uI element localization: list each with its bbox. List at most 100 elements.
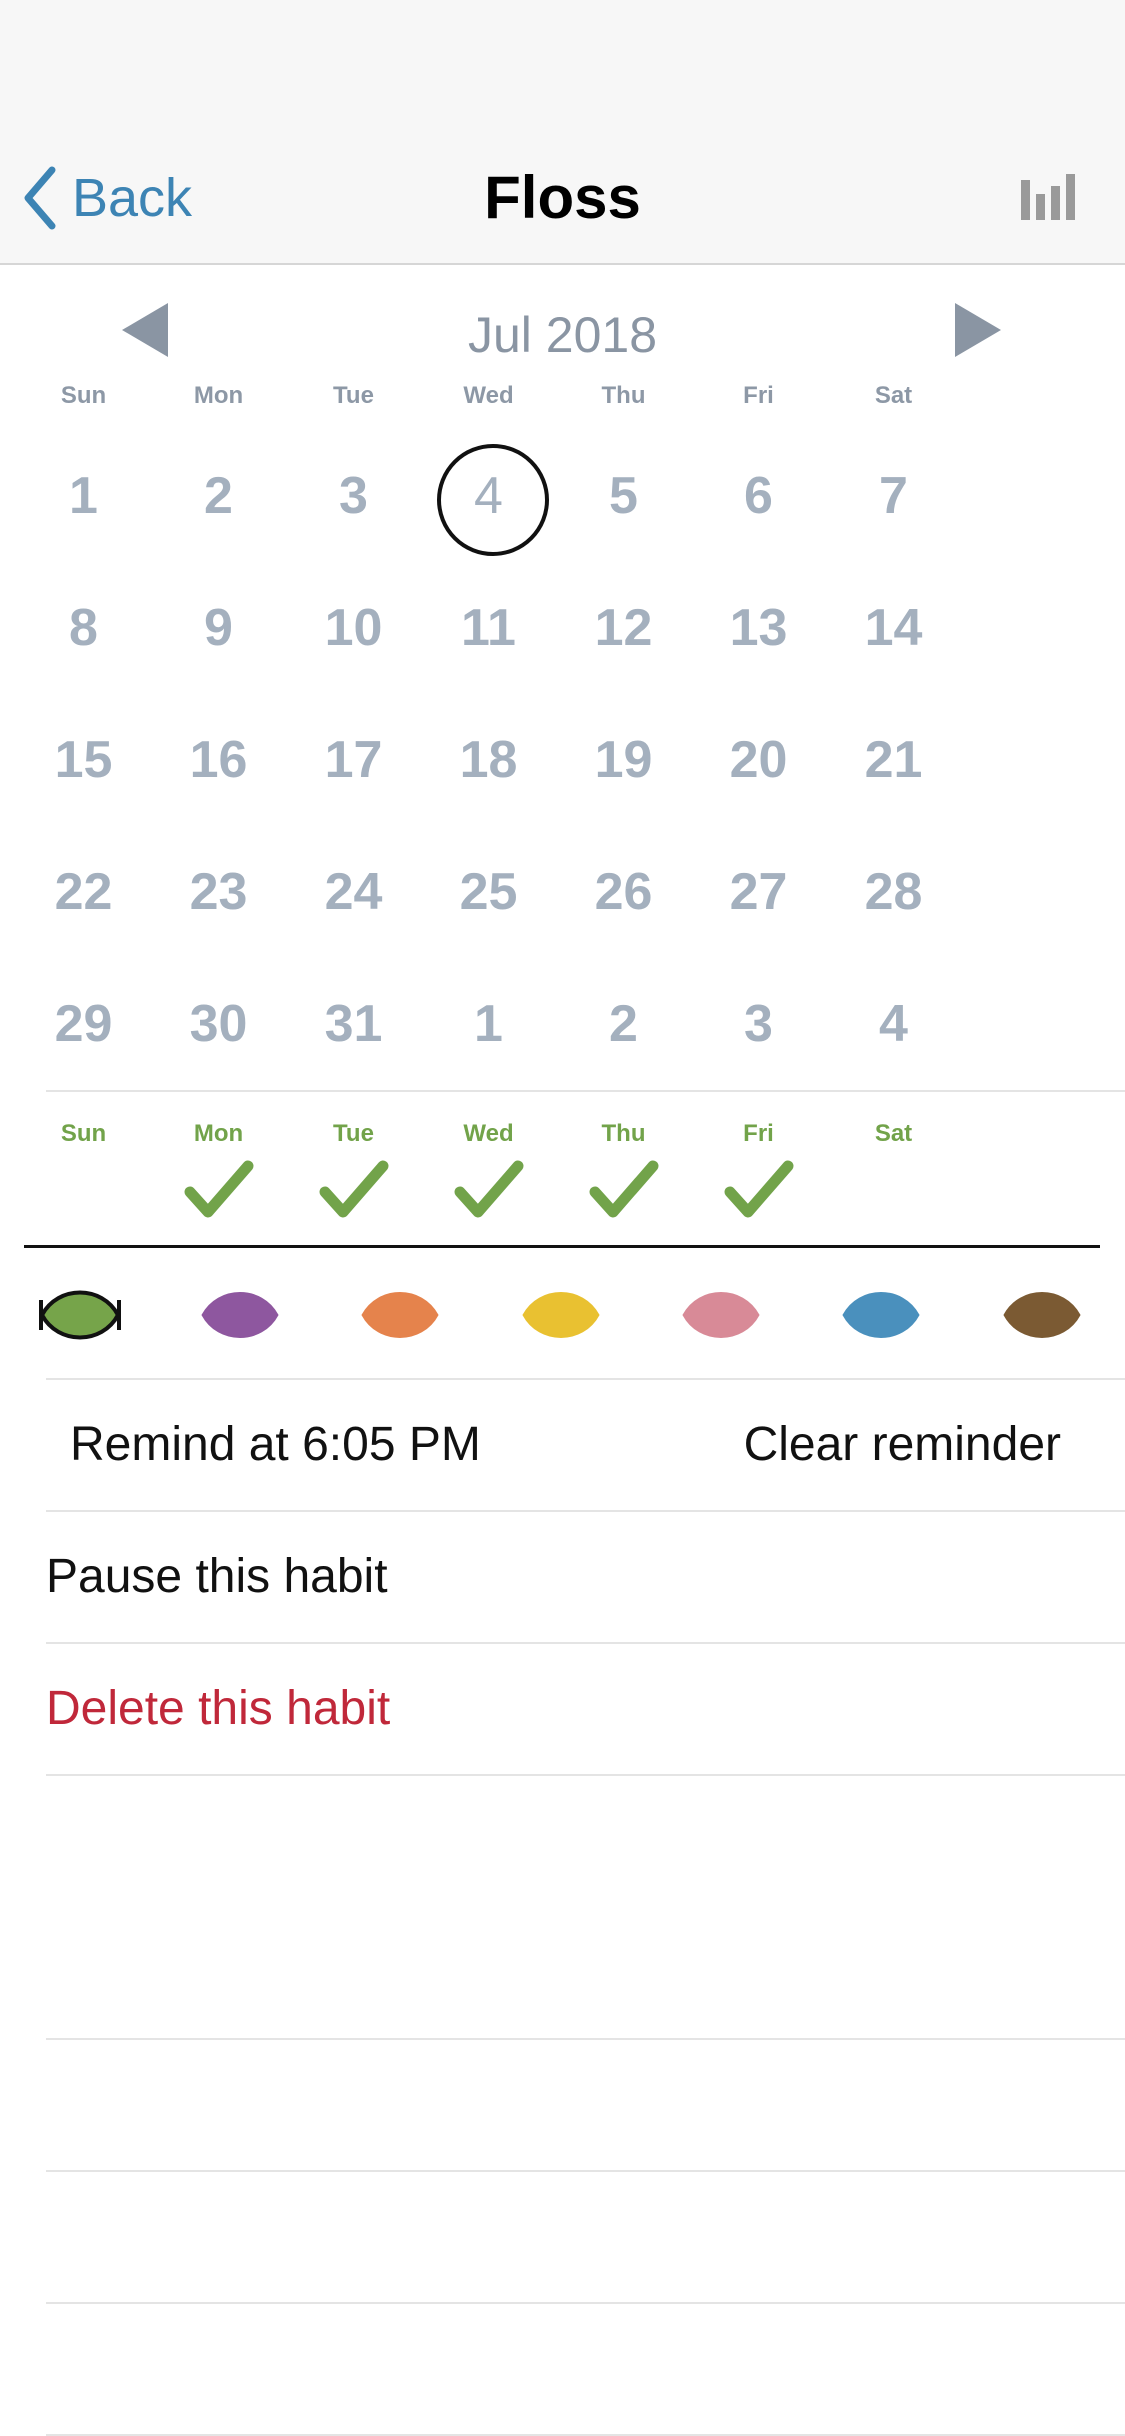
color-swatch[interactable]	[1000, 1280, 1084, 1350]
schedule-day-toggle[interactable]	[421, 1158, 556, 1228]
calendar-day[interactable]: 23	[151, 826, 286, 958]
calendar-day-number: 13	[729, 599, 788, 657]
schedule-weekdays: Sun Mon Tue Wed Thu Fri Sat	[16, 1120, 1106, 1160]
calendar-day-number: 20	[729, 731, 788, 789]
calendar-day-number: 15	[54, 731, 113, 789]
calendar-day-number: 17	[324, 731, 383, 789]
calendar-day[interactable]: 26	[556, 826, 691, 958]
calendar-day[interactable]: 21	[826, 694, 961, 826]
calendar-day[interactable]: 15	[16, 694, 151, 826]
color-swatch[interactable]	[839, 1280, 923, 1350]
calendar-day-number: 24	[324, 863, 383, 921]
calendar-day-number: 10	[324, 599, 383, 657]
calendar-day-number: 22	[54, 863, 113, 921]
color-picker	[0, 1280, 1125, 1350]
leaf-swatch-icon	[201, 1292, 279, 1338]
calendar-day[interactable]: 13	[691, 562, 826, 694]
pause-habit-button[interactable]: Pause this habit	[46, 1512, 388, 1642]
calendar-day[interactable]: 30	[151, 958, 286, 1090]
schedule-day-toggle[interactable]	[151, 1158, 286, 1228]
checkmark-icon	[724, 1160, 793, 1218]
calendar-day-number: 12	[594, 599, 653, 657]
calendar-day[interactable]: 19	[556, 694, 691, 826]
calendar-day[interactable]: 27	[691, 826, 826, 958]
remind-at-button[interactable]: Remind at 6:05 PM	[70, 1380, 481, 1510]
calendar-day[interactable]: 22	[16, 826, 151, 958]
weekday-label: Wed	[463, 382, 514, 409]
schedule-day-toggle[interactable]	[691, 1158, 826, 1228]
calendar-day[interactable]: 14	[826, 562, 961, 694]
weekday-label: Fri	[743, 382, 774, 409]
calendar-day[interactable]: 12	[556, 562, 691, 694]
color-swatch[interactable]	[519, 1280, 603, 1350]
color-swatch[interactable]	[198, 1280, 282, 1350]
calendar-day-number: 5	[609, 467, 638, 525]
calendar-day[interactable]: 20	[691, 694, 826, 826]
schedule-day-toggle[interactable]	[826, 1158, 961, 1228]
calendar-day-number: 21	[864, 731, 923, 789]
leaf-swatch-icon	[361, 1292, 439, 1338]
back-label: Back	[72, 168, 193, 228]
calendar-day[interactable]: 3	[691, 958, 826, 1090]
calendar-day[interactable]: 2	[151, 430, 286, 562]
back-button[interactable]: Back	[22, 158, 192, 238]
calendar-day-number: 4	[879, 995, 908, 1053]
reminder-row: Remind at 6:05 PM Clear reminder	[0, 1380, 1125, 1510]
calendar-grid: 1 2 3 4 5 6 7 8 9 10 11 12 13 14 15 16 17 18 19 20 21 22 23 24 2…	[16, 430, 1106, 1090]
calendar-day-number: 16	[189, 731, 248, 789]
calendar-day[interactable]: 18	[421, 694, 556, 826]
calendar-day[interactable]: 2	[556, 958, 691, 1090]
calendar-day-number: 23	[189, 863, 248, 921]
leaf-swatch-icon	[1003, 1292, 1081, 1338]
calendar-day[interactable]: 4	[826, 958, 961, 1090]
calendar-day[interactable]: 5	[556, 430, 691, 562]
calendar-day[interactable]: 7	[826, 430, 961, 562]
color-swatch[interactable]	[358, 1280, 442, 1350]
calendar-day-number: 4	[474, 467, 503, 525]
leaf-swatch-icon	[682, 1292, 760, 1338]
schedule-day-toggle[interactable]	[16, 1158, 151, 1228]
calendar-day[interactable]: 8	[16, 562, 151, 694]
calendar-day[interactable]: 24	[286, 826, 421, 958]
chevron-left-icon	[24, 166, 56, 230]
calendar-day[interactable]: 1	[16, 430, 151, 562]
calendar-day[interactable]: 10	[286, 562, 421, 694]
navigation-bar: Back Floss	[0, 0, 1125, 265]
clear-reminder-button[interactable]: Clear reminder	[744, 1380, 1061, 1510]
color-swatch[interactable]	[38, 1280, 122, 1350]
calendar-day[interactable]: 1	[421, 958, 556, 1090]
calendar-day[interactable]: 28	[826, 826, 961, 958]
calendar-day[interactable]: 25	[421, 826, 556, 958]
calendar-day[interactable]: 6	[691, 430, 826, 562]
calendar-day-number: 25	[459, 863, 518, 921]
weekday-label: Sat	[874, 382, 913, 409]
divider	[46, 2038, 1125, 2040]
statistics-button[interactable]	[1018, 170, 1078, 222]
weekday-label: Mon	[193, 382, 244, 409]
delete-habit-button[interactable]: Delete this habit	[46, 1644, 390, 1774]
calendar-day-number: 9	[204, 599, 233, 657]
schedule-day-toggle[interactable]	[556, 1158, 691, 1228]
pause-row: Pause this habit	[0, 1512, 1125, 1642]
divider	[46, 2302, 1125, 2304]
schedule-day-label: Fri	[743, 1120, 774, 1147]
calendar-day[interactable]: 16	[151, 694, 286, 826]
calendar-day-number: 14	[864, 599, 923, 657]
checkmark-icon	[184, 1160, 253, 1218]
calendar-day[interactable]: 17	[286, 694, 421, 826]
calendar-day-number: 18	[459, 731, 518, 789]
leaf-swatch-icon	[842, 1292, 920, 1338]
schedule-day-toggle[interactable]	[286, 1158, 421, 1228]
calendar-day[interactable]: 3	[286, 430, 421, 562]
calendar-day-today[interactable]: 4	[421, 430, 556, 562]
calendar-day[interactable]: 29	[16, 958, 151, 1090]
leaf-swatch-icon	[522, 1292, 600, 1338]
calendar-day[interactable]: 9	[151, 562, 286, 694]
previous-month-button[interactable]	[108, 295, 188, 365]
calendar-day[interactable]: 11	[421, 562, 556, 694]
schedule-day-label: Mon	[193, 1120, 244, 1147]
color-swatch[interactable]	[679, 1280, 763, 1350]
weekday-label: Thu	[601, 382, 646, 409]
calendar-day[interactable]: 31	[286, 958, 421, 1090]
next-month-button[interactable]	[935, 295, 1015, 365]
